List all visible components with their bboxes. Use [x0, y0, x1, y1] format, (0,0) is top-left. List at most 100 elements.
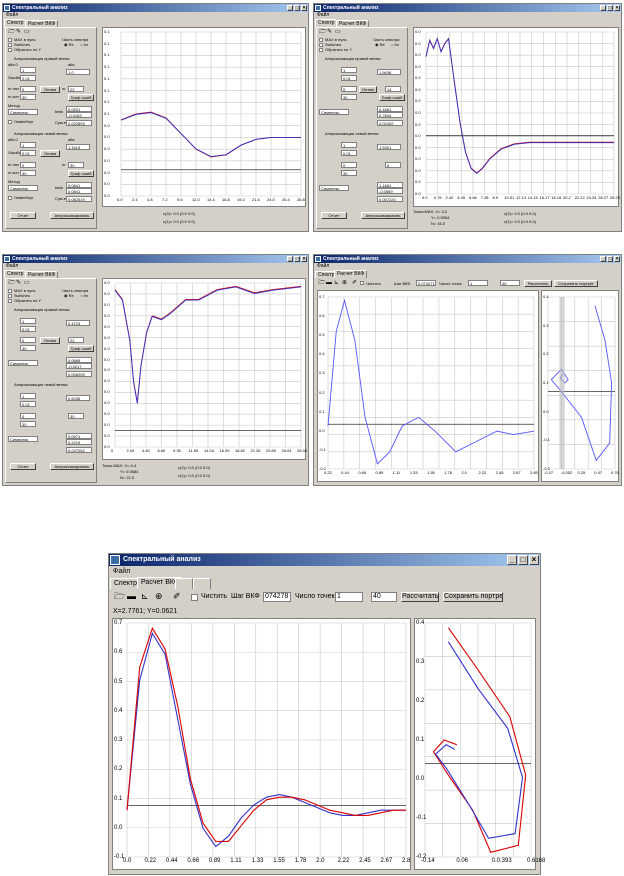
l-alfa-field[interactable]: 1.1619: [66, 144, 90, 150]
tab-vkf[interactable]: Расчет ВКФ: [336, 20, 370, 27]
alfa-field[interactable]: 0.4723: [66, 320, 90, 326]
alfa0-field[interactable]: 1: [20, 67, 36, 73]
error-field[interactable]: 0.01: [20, 75, 36, 81]
l-optimize-button[interactable]: Оптим: [40, 150, 60, 157]
alfa-field[interactable]: 1.0: [66, 69, 90, 75]
l-m-field[interactable]: 30: [68, 162, 84, 168]
l-sum-field[interactable]: 0.047052: [66, 447, 92, 453]
spectrum-plot[interactable]: 0.0 0.79 2.42 4.05 5.66 7.28 8.9 10.51 12.13 14.1…: [413, 27, 620, 207]
points-field-b[interactable]: 40: [500, 280, 520, 286]
l-method-select[interactable]: Симплекс: [8, 436, 38, 442]
method-select[interactable]: Симплекс: [319, 109, 349, 115]
phase-portrait-plot[interactable]: -0.37 -0.052 0.25 0.47 0.76 0.4 0.3 0.2 0.1 0.0 -0…: [541, 290, 619, 482]
m-start-field[interactable]: 0: [341, 86, 357, 92]
step-field[interactable]: 0.074271: [416, 280, 436, 286]
l-error-field[interactable]: 0.01: [341, 150, 357, 156]
minimize-button[interactable]: _: [507, 555, 517, 565]
crosshair-icon[interactable]: ⊕: [342, 280, 347, 286]
im-radio[interactable]: ○ Im: [80, 293, 88, 298]
maximize-button[interactable]: □: [607, 5, 613, 11]
l-m-start-field[interactable]: 0: [341, 162, 357, 168]
optimize-button[interactable]: Оптим: [359, 86, 377, 93]
invert-y-checkbox[interactable]: [8, 48, 12, 52]
optimize-button[interactable]: Оптим: [40, 86, 60, 93]
invert-y-checkbox[interactable]: [319, 48, 323, 52]
phase-portrait-plot[interactable]: -0.14 0.06 0.0.393 0.6168 0.4 0.3 0.2 0.1 0.0 -0.…: [414, 618, 545, 870]
method-select[interactable]: Симплекс: [8, 109, 38, 115]
tab-spectrum[interactable]: Спектр: [4, 270, 27, 278]
graph-error-button[interactable]: Граф ошиб: [379, 94, 405, 101]
crosshair-icon[interactable]: ⊕: [155, 592, 163, 601]
re-radio[interactable]: ◉ Re: [64, 293, 74, 298]
l-levenberg-checkbox[interactable]: [8, 196, 12, 200]
compute-button[interactable]: Рассчитать: [524, 280, 552, 287]
m-field[interactable]: 22: [68, 337, 84, 343]
report-button[interactable]: Отчет: [10, 212, 36, 219]
sum-field[interactable]: 0.022893: [66, 120, 92, 126]
l-alfa0-field[interactable]: 1: [20, 142, 36, 148]
optimize-button[interactable]: Оптим: [40, 337, 60, 344]
brush-icon[interactable]: ✐: [173, 592, 181, 601]
save-icon[interactable]: ▭: [24, 29, 30, 35]
alfa0-field[interactable]: 1: [341, 67, 357, 73]
maximize-button[interactable]: □: [607, 256, 613, 262]
maximize-button[interactable]: □: [294, 256, 300, 262]
clear-checkbox[interactable]: [360, 281, 364, 285]
title-bar[interactable]: Спектральный анализ _ □ ×: [3, 4, 308, 12]
invert-y-checkbox[interactable]: [8, 299, 12, 303]
report-button[interactable]: Отчет: [321, 212, 347, 219]
approximate-button[interactable]: Аппроксимировать: [50, 212, 94, 219]
tab-empty-2[interactable]: [193, 578, 211, 589]
tab-spectrum[interactable]: Спектр: [4, 19, 27, 27]
clear-checkbox[interactable]: [191, 594, 198, 601]
beta-field-2[interactable]: -0.0163: [66, 112, 92, 118]
switches-checkbox[interactable]: [8, 43, 12, 47]
report-button[interactable]: Отчет: [10, 463, 36, 470]
edit-icon[interactable]: ✎: [327, 29, 332, 35]
open-icon[interactable]: 🗁: [319, 29, 326, 35]
axes-icon[interactable]: ⊾: [141, 592, 149, 601]
graph-error-button[interactable]: Граф ошиб: [68, 345, 94, 352]
l-beta-field-2[interactable]: 0.2219: [66, 439, 92, 445]
l-m-field[interactable]: 30: [68, 413, 84, 419]
maximize-button[interactable]: □: [294, 5, 300, 11]
minimize-button[interactable]: _: [287, 5, 293, 11]
error-field[interactable]: 0.01: [341, 75, 357, 81]
l-m-end-field[interactable]: 30: [20, 421, 36, 427]
title-bar[interactable]: Спектральный анализ _ □ ×: [109, 554, 540, 566]
approximate-button[interactable]: Аппроксимировать: [361, 212, 405, 219]
open-icon[interactable]: 🗁: [8, 280, 15, 286]
axes-icon[interactable]: ⊾: [334, 280, 339, 286]
l-m-end-field[interactable]: 30: [341, 170, 357, 176]
close-button[interactable]: ×: [301, 5, 307, 11]
l-sum-field[interactable]: 0.007220: [377, 196, 403, 202]
l-beta-field-2[interactable]: 0.0841: [66, 188, 92, 194]
tab-vkf[interactable]: Расчет ВКФ: [25, 271, 59, 278]
tab-spectrum[interactable]: Спектр: [315, 19, 338, 27]
points-field-a[interactable]: 1: [468, 280, 488, 286]
tab-vkf[interactable]: Расчет ВКФ: [334, 270, 368, 278]
minimize-button[interactable]: _: [600, 256, 606, 262]
max-zero-checkbox[interactable]: [8, 38, 12, 42]
close-button[interactable]: ×: [614, 256, 620, 262]
title-bar[interactable]: Спектральный анализ _ □ ×: [314, 4, 621, 12]
save-icon[interactable]: ▬: [127, 592, 136, 601]
minimize-button[interactable]: _: [287, 256, 293, 262]
tab-empty-1[interactable]: [175, 578, 193, 589]
beta-field-2[interactable]: -0.0217: [66, 363, 92, 369]
menu-file[interactable]: Файл: [109, 566, 540, 577]
l-m-field[interactable]: 6: [385, 162, 401, 168]
save-icon[interactable]: ▭: [335, 29, 341, 35]
l-method-select[interactable]: Симплекс: [8, 185, 38, 191]
m-start-field[interactable]: 0: [20, 86, 36, 92]
max-zero-checkbox[interactable]: [8, 289, 12, 293]
menu-file[interactable]: Файл: [3, 12, 308, 19]
minimize-button[interactable]: _: [600, 5, 606, 11]
l-beta-field-2[interactable]: -0.0569: [377, 188, 403, 194]
l-alfa0-field[interactable]: 1: [20, 393, 36, 399]
l-alfa0-field[interactable]: 1: [341, 142, 357, 148]
close-button[interactable]: ×: [614, 5, 620, 11]
l-alfa-field[interactable]: 1.5301: [377, 144, 401, 150]
save-portrait-button[interactable]: Сохранить портрет: [443, 592, 503, 602]
im-radio[interactable]: ○ Im: [80, 42, 88, 47]
